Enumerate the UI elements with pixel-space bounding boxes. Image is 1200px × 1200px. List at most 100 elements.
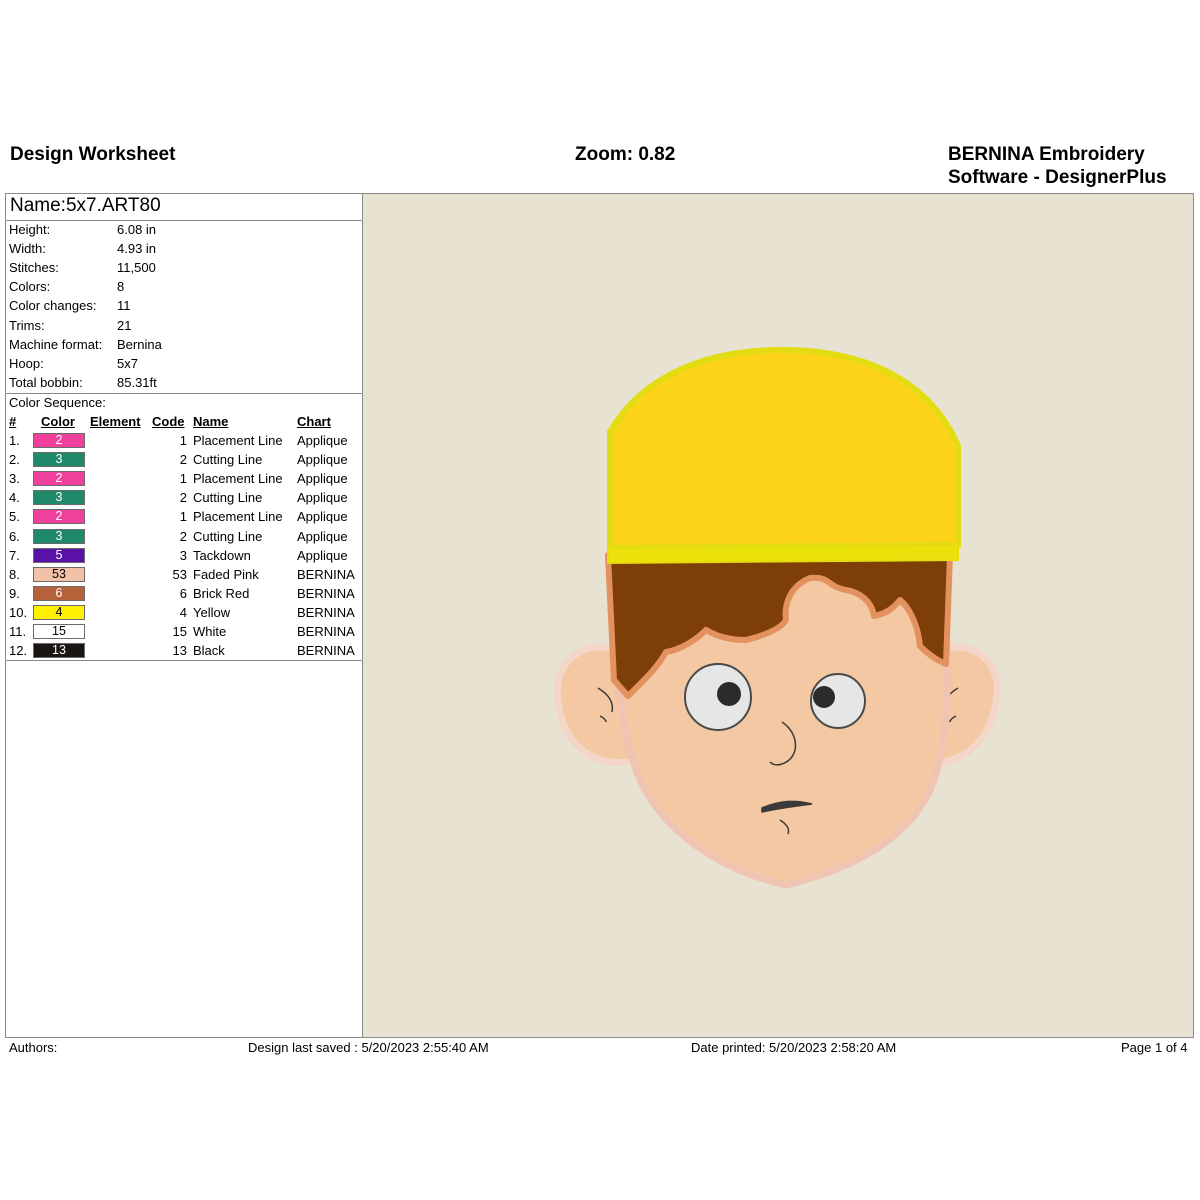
thread-code: 15 [172, 624, 187, 639]
thread-code: 1 [179, 433, 187, 448]
row-number: 12. [9, 643, 28, 659]
col-header-code: Code [152, 414, 185, 429]
color-swatch: 13 [33, 643, 85, 659]
property-label: Width: [9, 241, 46, 257]
thread-chart: Applique [297, 509, 348, 525]
property-row: Hoop: 5x7 [9, 354, 349, 373]
col-header-chart: Chart [297, 414, 331, 429]
thread-chart: BERNINA [297, 643, 355, 659]
color-swatch: 6 [33, 585, 85, 601]
table-row: 6. 3 2 Cutting Line Applique [0, 527, 360, 546]
thread-name: Cutting Line [193, 528, 263, 544]
thread-name: Faded Pink [193, 566, 259, 582]
property-label: Colors: [9, 279, 51, 295]
last-saved: Design last saved : 5/20/2023 2:55:40 AM [248, 1040, 489, 1055]
brand-line-1: BERNINA Embroidery [948, 144, 1145, 165]
brand-label: BERNINA Embroidery Software - DesignerPl… [948, 143, 1167, 189]
thread-name: Placement Line [193, 509, 283, 525]
property-value: 21 [117, 317, 132, 333]
color-sequence-title: Color Sequence: [9, 395, 106, 410]
thread-chart: Applique [297, 547, 348, 563]
worksheet-title: Design Worksheet [10, 144, 176, 165]
hat-crown [607, 346, 961, 552]
thread-name: Placement Line [193, 471, 283, 487]
color-swatch: 3 [33, 452, 85, 468]
thread-chart: BERNINA [297, 624, 355, 639]
color-swatch: 15 [33, 624, 85, 639]
row-number: 8. [9, 566, 20, 582]
property-row: Color changes: 11 [9, 296, 349, 315]
thread-chart: BERNINA [297, 604, 355, 620]
thread-name: Yellow [193, 604, 231, 620]
thread-code: 1 [179, 471, 187, 487]
col-header-color: Color [41, 414, 75, 429]
brand-line-2: Software - DesignerPlus [948, 167, 1167, 188]
thread-name: Cutting Line [193, 490, 263, 506]
property-label: Total bobbin: [9, 374, 83, 390]
row-number: 10. [9, 604, 28, 620]
table-row: 1. 2 1 Placement Line Applique [0, 431, 360, 450]
property-row: Total bobbin: 85.31ft [9, 373, 349, 392]
property-label: Hoop: [9, 355, 44, 371]
table-row: 4. 3 2 Cutting Line Applique [0, 488, 360, 507]
property-value: 6.08 in [117, 222, 157, 237]
row-number: 3. [9, 471, 20, 487]
page-number: Page 1 of 4 [1121, 1040, 1188, 1055]
thread-name: White [193, 624, 227, 639]
row-number: 5. [9, 509, 20, 525]
col-header-name: Name [193, 414, 229, 429]
color-swatch: 2 [33, 471, 85, 487]
property-value: 85.31ft [117, 374, 157, 390]
thread-code: 2 [179, 490, 187, 506]
thread-chart: BERNINA [297, 585, 355, 601]
property-label: Machine format: [9, 336, 103, 352]
color-swatch: 5 [33, 547, 85, 563]
property-label: Stitches: [9, 260, 59, 276]
color-swatch: 4 [33, 604, 85, 620]
property-row: Width: 4.93 in [9, 239, 349, 258]
thread-chart: Applique [297, 452, 348, 468]
property-label: Color changes: [9, 298, 97, 314]
thread-chart: Applique [297, 490, 348, 506]
table-row: 2. 3 2 Cutting Line Applique [0, 450, 360, 469]
date-printed: Date printed: 5/20/2023 2:58:20 AM [691, 1040, 897, 1055]
thread-name: Cutting Line [193, 452, 263, 468]
thread-code: 4 [179, 604, 187, 620]
thread-name: Brick Red [193, 585, 250, 601]
table-row: 10. 4 4 Yellow BERNINA [0, 603, 360, 622]
thread-name: Black [193, 643, 225, 659]
color-swatch: 2 [33, 433, 85, 448]
row-number: 2. [9, 452, 20, 468]
color-swatch: 53 [33, 566, 85, 582]
thread-code: 13 [172, 643, 187, 659]
design-name: Name:5x7.ART80 [10, 195, 161, 216]
col-header-element: Element [90, 414, 141, 429]
table-row: 12. 13 13 Black BERNINA [0, 641, 360, 660]
authors-label: Authors: [9, 1040, 58, 1055]
col-header-num: # [9, 414, 17, 429]
property-value: 5x7 [117, 355, 138, 371]
thread-chart: Applique [297, 471, 348, 487]
table-row: 7. 5 3 Tackdown Applique [0, 546, 360, 565]
thread-name: Tackdown [193, 547, 251, 563]
thread-code: 6 [179, 585, 187, 601]
property-label: Trims: [9, 317, 45, 333]
thread-code: 2 [179, 528, 187, 544]
property-row: Colors: 8 [9, 277, 349, 296]
design-preview-canvas [363, 194, 1193, 1037]
thread-chart: Applique [297, 528, 348, 544]
property-row: Trims: 21 [9, 316, 349, 335]
property-value: Bernina [117, 336, 162, 352]
table-row: 3. 2 1 Placement Line Applique [0, 469, 360, 488]
property-value: 8 [117, 279, 125, 295]
color-swatch: 3 [33, 528, 85, 544]
row-number: 4. [9, 490, 20, 506]
table-row: 11. 15 15 White BERNINA [0, 622, 360, 641]
table-row: 9. 6 6 Brick Red BERNINA [0, 584, 360, 603]
property-row: Stitches: 11,500 [9, 258, 349, 277]
row-number: 9. [9, 585, 20, 601]
table-row: 8. 53 53 Faded Pink BERNINA [0, 565, 360, 584]
color-swatch: 2 [33, 509, 85, 525]
right-pupil [813, 686, 835, 708]
table-bottom-divider [5, 660, 363, 661]
